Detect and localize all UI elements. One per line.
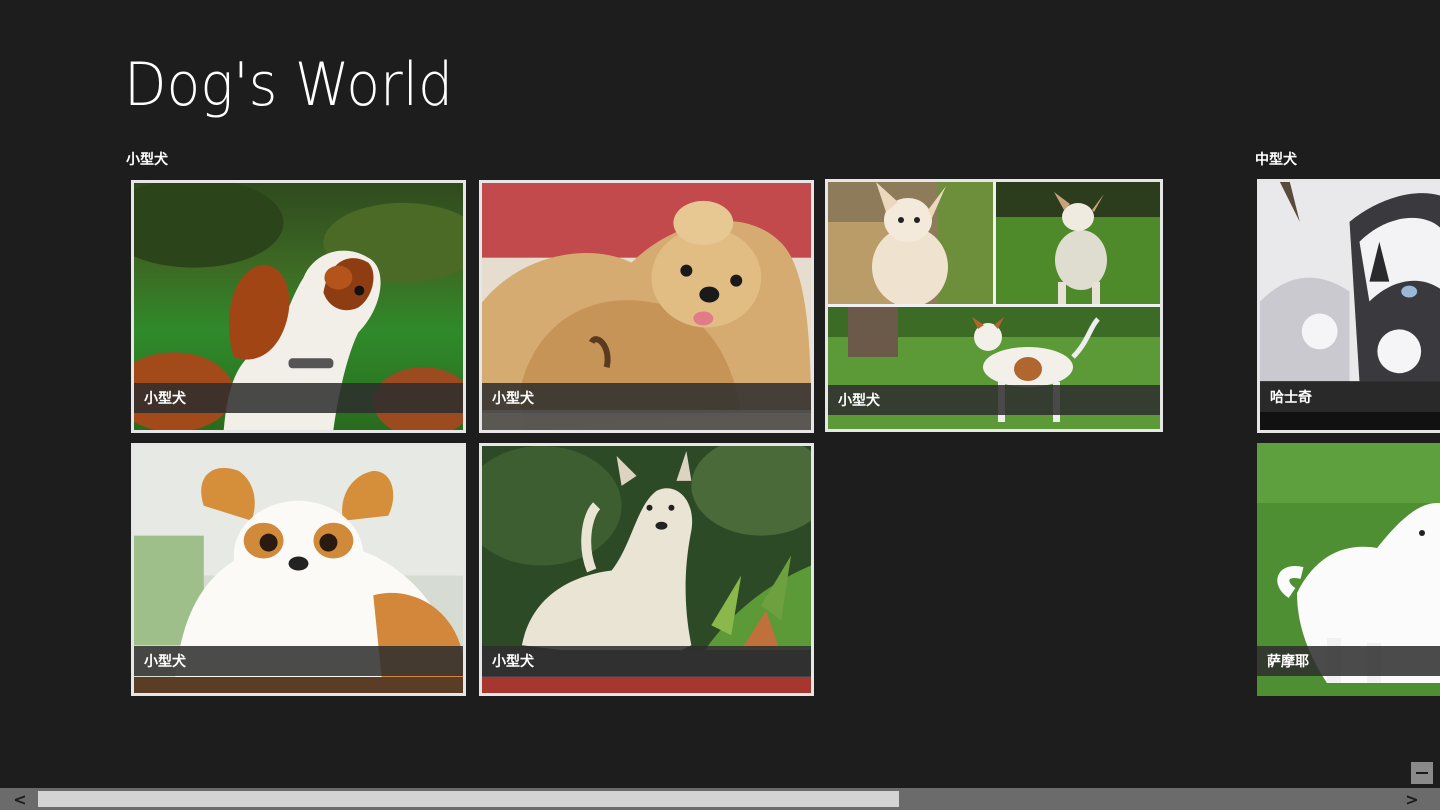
tile-footer [482,677,811,693]
scroll-thumb[interactable] [38,791,899,807]
chevron-right-icon: > [1405,789,1419,809]
dog-tile-collage[interactable]: 小型犬 [825,179,1163,432]
minus-icon [1416,772,1428,774]
page-title: Dog's World [124,50,454,120]
tile-caption: 小型犬 [134,646,463,676]
tile-caption: 小型犬 [482,646,811,676]
dog-tile[interactable]: 小型犬 [131,180,466,433]
app-window: Dog's World 小型犬 中型犬 小型犬 小型犬 小型犬 小型犬 小型犬 … [0,0,1440,810]
tile-footer [134,677,463,693]
chihuahua-photo-1 [828,182,993,304]
group-header-medium-dogs[interactable]: 中型犬 [1255,149,1297,169]
scroll-right-button[interactable]: > [1394,788,1430,810]
dog-tile[interactable]: 哈士奇 [1257,179,1440,433]
horizontal-scrollbar[interactable]: < > [0,788,1440,810]
tile-caption: 哈士奇 [1260,382,1440,412]
chihuahua-photo-2 [996,182,1160,304]
scroll-left-button[interactable]: < [2,788,38,810]
tile-footer [482,410,811,430]
chevron-left-icon: < [13,789,27,809]
tile-caption: 小型犬 [828,385,1160,415]
group-header-small-dogs[interactable]: 小型犬 [126,149,168,169]
semantic-zoom-button[interactable] [1411,762,1433,784]
dog-tile[interactable]: 小型犬 [479,443,814,696]
tile-caption: 小型犬 [482,383,811,413]
dog-tile[interactable]: 小型犬 [131,443,466,696]
dog-tile[interactable]: 萨摩耶 [1257,443,1440,696]
tile-caption: 小型犬 [134,383,463,413]
dog-tile[interactable]: 小型犬 [479,180,814,433]
tile-caption: 萨摩耶 [1257,646,1440,676]
